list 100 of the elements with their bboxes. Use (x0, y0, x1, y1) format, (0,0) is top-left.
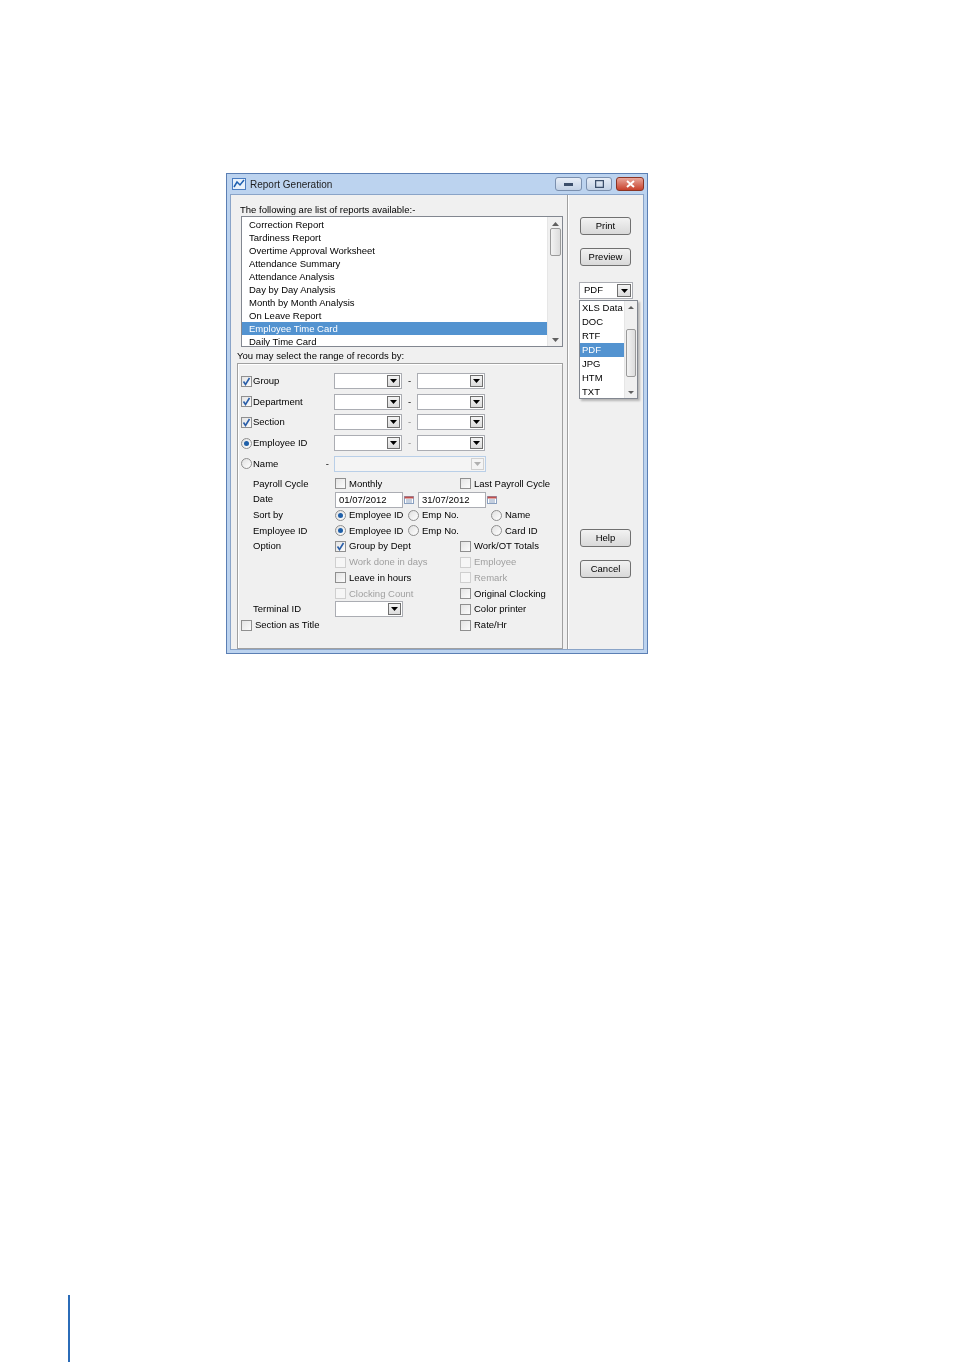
list-item[interactable]: Month by Month Analysis (242, 296, 547, 309)
scroll-thumb[interactable] (626, 329, 636, 377)
menu-item[interactable]: RTF (580, 329, 624, 343)
separator: - (406, 394, 413, 409)
checkbox[interactable] (241, 396, 252, 408)
checkbox[interactable] (460, 619, 471, 631)
dropdown[interactable] (334, 435, 402, 452)
radio-label: Name (505, 508, 531, 523)
scroll-up-icon (551, 222, 559, 226)
radio-button[interactable] (335, 509, 346, 521)
separator: - (406, 435, 413, 450)
caret-icon (620, 288, 628, 293)
list-item[interactable]: Tardiness Report (242, 231, 547, 244)
checkbox[interactable] (460, 478, 471, 490)
minimize-icon (564, 182, 573, 186)
option-label: Employee ID (253, 435, 308, 450)
checkbox-label: Clocking Count (349, 586, 414, 601)
separator: - (325, 456, 329, 471)
radio-label: Employee ID (349, 523, 404, 538)
option-label: Group (253, 374, 280, 389)
separator: - (406, 415, 413, 430)
option-label: Name (253, 456, 279, 471)
action-button[interactable]: Preview (580, 248, 631, 266)
checkbox[interactable] (335, 572, 346, 584)
menu-item[interactable]: TXT (580, 385, 624, 399)
radio-button[interactable] (491, 525, 502, 537)
option-label: Department (253, 394, 303, 409)
radio-button[interactable] (335, 525, 346, 537)
caret-icon (391, 607, 398, 612)
action-button[interactable]: Cancel (580, 560, 631, 578)
calendar-icon (404, 495, 414, 504)
field-label: Date (253, 492, 275, 507)
scroll-down-icon (628, 391, 634, 394)
window-title: Report Generation (250, 177, 333, 192)
list-item[interactable]: Overtime Approval Worksheet (242, 244, 547, 257)
caret-icon (390, 441, 397, 446)
menu-item[interactable]: JPG (580, 357, 624, 371)
maximize-icon (594, 180, 604, 188)
caret-icon (473, 399, 480, 404)
checkbox-label: Work done in days (349, 555, 428, 570)
scrollbar[interactable] (624, 301, 637, 398)
dropdown[interactable] (334, 414, 402, 431)
radio-label: Card ID (505, 523, 538, 538)
checkbox[interactable] (241, 619, 252, 631)
checkbox[interactable] (460, 588, 471, 600)
action-button[interactable]: Print (580, 217, 631, 235)
checkbox[interactable] (460, 541, 471, 553)
menu-item[interactable]: DOC (580, 315, 624, 329)
menu-item[interactable]: HTM (580, 371, 624, 385)
list-caption: The following are list of reports available:- (239, 203, 417, 216)
checkbox-label: Rate/Hr (474, 617, 507, 632)
field-label: Sort by (253, 508, 285, 523)
range-caption: You may select the range of records by: (237, 350, 406, 362)
caret-icon (473, 379, 480, 384)
scroll-thumb[interactable] (549, 228, 561, 256)
dropdown[interactable] (334, 373, 402, 390)
list-item[interactable]: Day by Day Analysis (242, 283, 547, 296)
checkbox[interactable] (335, 478, 346, 490)
action-button[interactable]: Help (580, 529, 631, 547)
dropdown[interactable] (417, 373, 485, 390)
maximize-button[interactable] (586, 177, 612, 191)
format-menu[interactable]: XLS Data DOC RTF PDF JPG HTM TXT (579, 300, 638, 399)
list-item[interactable]: Attendance Summary (242, 257, 547, 270)
radio-button[interactable] (491, 509, 502, 521)
scrollbar[interactable] (547, 217, 562, 346)
date-field[interactable]: 01/07/2012 (335, 491, 403, 508)
app-icon (232, 178, 246, 190)
checkbox-label: Last Payroll Cycle (474, 476, 551, 491)
menu-item[interactable]: XLS Data (580, 301, 624, 315)
dropdown[interactable] (334, 393, 402, 410)
scroll-down-icon (551, 338, 559, 342)
field-label: Employee ID (253, 523, 309, 538)
dropdown[interactable] (417, 414, 485, 431)
minimize-button[interactable] (555, 177, 582, 191)
radio-button[interactable] (408, 525, 419, 537)
date-field[interactable]: 31/07/2012 (418, 491, 486, 508)
checkbox[interactable] (241, 375, 252, 387)
dropdown[interactable] (335, 601, 403, 618)
caret-icon (473, 420, 480, 425)
separator: - (406, 374, 413, 389)
caret-icon (473, 441, 480, 446)
checkbox[interactable] (241, 417, 252, 428)
checkbox[interactable] (335, 541, 346, 553)
list-item[interactable]: On Leave Report (242, 309, 547, 322)
dropdown[interactable] (417, 435, 485, 452)
format-dropdown[interactable]: PDF (579, 282, 633, 299)
list-item[interactable]: Correction Report (242, 218, 547, 231)
radio-button[interactable] (408, 509, 419, 521)
checkbox-label: Remark (474, 570, 508, 585)
dropdown[interactable] (417, 393, 485, 410)
checkbox-label: Group by Dept (349, 539, 411, 554)
radio-button[interactable] (241, 437, 252, 449)
checkbox-label: Work/OT Totals (474, 539, 539, 554)
list-item[interactable]: Attendance Analysis (242, 270, 547, 283)
caret-icon (390, 420, 397, 425)
close-button[interactable] (616, 177, 644, 191)
checkbox[interactable] (460, 603, 471, 615)
checkbox-label: Leave in hours (349, 570, 412, 585)
close-icon (625, 180, 635, 188)
field-label: Payroll Cycle (253, 476, 310, 491)
